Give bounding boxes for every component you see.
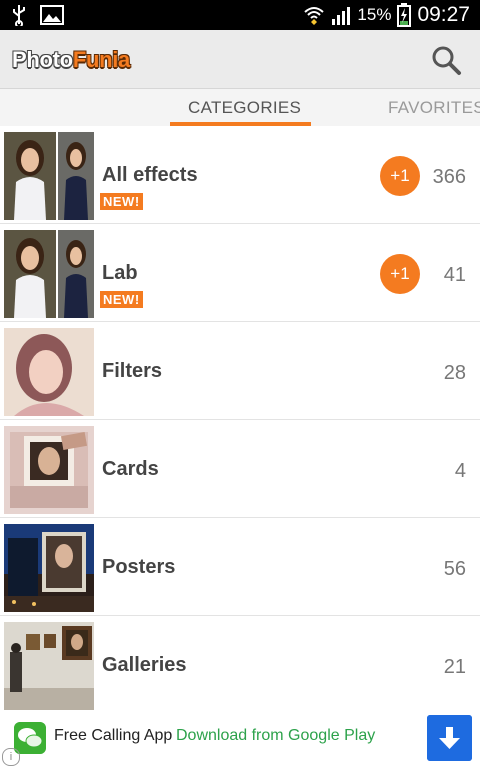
new-badge: NEW! — [100, 291, 143, 308]
all-effects-thumbnail — [4, 132, 94, 220]
clock: 09:27 — [417, 3, 470, 26]
category-count: 41 — [443, 264, 466, 286]
battery-charging-icon — [397, 3, 412, 27]
tab-favorites[interactable]: FAVORITES — [388, 98, 480, 118]
galleries-thumbnail — [4, 622, 94, 710]
category-label: Cards — [102, 458, 159, 480]
category-label: Lab — [102, 262, 138, 284]
search-icon[interactable] — [430, 44, 462, 76]
tab-bar: CATEGORIES FAVORITES — [0, 89, 480, 126]
ad-link[interactable]: Download from Google Play — [176, 727, 375, 745]
app-logo: PhotoFunia — [12, 47, 130, 72]
filters-thumbnail — [4, 328, 94, 416]
image-icon — [40, 5, 64, 25]
cards-thumbnail — [4, 426, 94, 514]
list-item-lab[interactable]: Lab NEW! +1 41 — [0, 224, 480, 322]
list-item-all-effects[interactable]: All effects NEW! +1 366 — [0, 126, 480, 224]
ad-title: Free Calling App — [54, 727, 173, 744]
category-count: 21 — [443, 656, 466, 678]
status-bar: 15% 09:27 — [0, 0, 480, 30]
category-label: Filters — [102, 360, 163, 382]
download-arrow-icon[interactable] — [427, 715, 472, 761]
chat-icon — [14, 722, 46, 754]
category-count: 56 — [443, 558, 466, 580]
ad-banner[interactable]: Free Calling App Download from Google Pl… — [0, 711, 480, 768]
category-list: All effects NEW! +1 366 Lab NEW! +1 41 F… — [0, 126, 480, 711]
tab-categories[interactable]: CATEGORIES — [188, 98, 301, 118]
wifi-icon — [304, 7, 325, 25]
list-item-galleries[interactable]: Galleries 21 — [0, 616, 480, 711]
usb-icon — [13, 5, 25, 26]
category-label: Posters — [102, 556, 176, 578]
plus-one-button[interactable]: +1 — [380, 156, 420, 196]
posters-thumbnail — [4, 524, 94, 612]
category-count: 4 — [454, 460, 466, 482]
category-count: 28 — [443, 362, 466, 384]
category-label: Galleries — [102, 654, 187, 676]
category-label: All effects — [102, 164, 198, 186]
list-item-filters[interactable]: Filters 28 — [0, 322, 480, 420]
category-count: 366 — [432, 166, 466, 188]
signal-icon — [332, 7, 351, 25]
info-icon[interactable]: i — [2, 748, 20, 766]
lab-thumbnail — [4, 230, 94, 318]
app-bar: PhotoFunia — [0, 30, 480, 89]
new-badge: NEW! — [100, 193, 143, 210]
battery-percent: 15% — [357, 5, 392, 24]
list-item-posters[interactable]: Posters 56 — [0, 518, 480, 616]
list-item-cards[interactable]: Cards 4 — [0, 420, 480, 518]
plus-one-button[interactable]: +1 — [380, 254, 420, 294]
